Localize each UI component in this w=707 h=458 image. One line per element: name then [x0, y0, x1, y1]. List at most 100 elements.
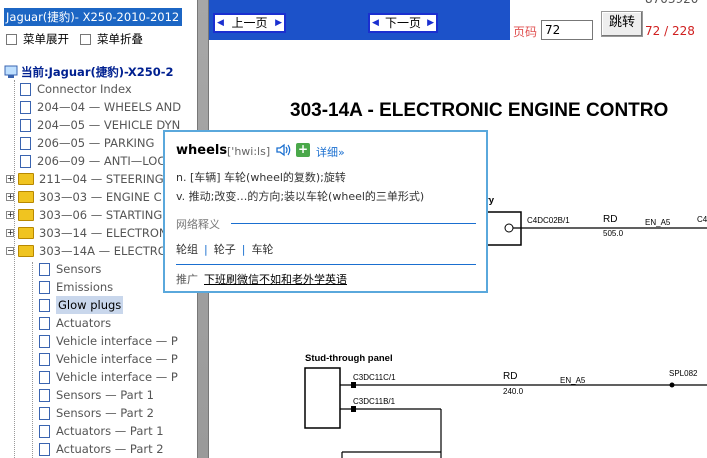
tree-item[interactable]: +303—03 — ENGINE C	[6, 188, 162, 206]
folder-open-icon	[18, 245, 34, 257]
tree-item[interactable]: +303—06 — STARTING	[6, 206, 162, 224]
expand-toggle-icon[interactable]: +	[6, 229, 14, 237]
dictionary-popup: wheels ['hwi:ls] + 详细» n. [车辆] 车轮(wheel的…	[163, 130, 488, 293]
document-icon	[39, 388, 50, 402]
panel-title: Jaguar(捷豹)- X250-2010-2012	[4, 8, 182, 26]
wire-color: RD	[603, 214, 618, 225]
panel-label: Stud-through panel	[305, 353, 393, 364]
document-icon	[20, 118, 31, 132]
next-page-button[interactable]: ◀ 下一页 ▶	[368, 13, 438, 33]
tree-item[interactable]: 204—05 — VEHICLE DYN	[20, 116, 180, 134]
wire-size: 505.0	[603, 229, 624, 238]
promo-link[interactable]: 下班刷微信不如和老外学英语	[204, 273, 347, 286]
wire-color: RD	[503, 371, 518, 382]
tree-item[interactable]: − 303—14A — ELECTRO	[6, 242, 167, 260]
document-icon	[20, 100, 31, 114]
splice-label: SPL082	[669, 369, 698, 378]
tree-item-label: Actuators — Part 2	[56, 442, 164, 456]
tree-item-label: Emissions	[56, 280, 114, 294]
popup-word: wheels	[176, 143, 228, 158]
tree-item[interactable]: +211—04 — STEERING	[6, 170, 164, 188]
tree-item-label: 204—05 — VEHICLE DYN	[37, 118, 181, 132]
net-terms: 轮组 | 轮子 | 车轮	[176, 243, 274, 256]
tree-item-label: Sensors — Part 2	[56, 406, 154, 420]
tree-item[interactable]: Connector Index	[20, 80, 132, 98]
wire-net: EN_A5	[645, 218, 671, 227]
prev-page-button[interactable]: ◀ 上一页 ▶	[213, 13, 286, 33]
tree-item-label: 211—04 — STEERING	[39, 172, 164, 186]
tree-item-label: Actuators — Part 1	[56, 424, 164, 438]
popup-phonetic: ['hwi:ls]	[227, 145, 271, 158]
tree-item[interactable]: 206—05 — PARKING	[20, 134, 154, 152]
tree-item[interactable]: Vehicle interface — P	[39, 368, 178, 386]
folder-icon	[18, 173, 34, 185]
page-count: 72 / 228	[645, 24, 695, 38]
page-number-input[interactable]	[541, 20, 593, 40]
tree-item[interactable]: Sensors — Part 2	[39, 404, 154, 422]
page-label: 页码	[513, 25, 538, 39]
tree-item-label: 303—06 — STARTING	[39, 208, 163, 222]
document-icon	[39, 370, 50, 384]
document-icon	[39, 424, 50, 438]
net-term[interactable]: 轮组	[176, 243, 198, 256]
document-icon	[39, 442, 50, 456]
document-icon	[39, 406, 50, 420]
collapse-toggle-icon[interactable]: −	[6, 247, 14, 255]
document-icon	[39, 334, 50, 348]
tree-item[interactable]: 204—04 — WHEELS AND	[20, 98, 181, 116]
tree-item[interactable]: Emissions	[39, 278, 113, 296]
tree-item[interactable]: Glow plugs	[39, 296, 124, 314]
document-icon	[39, 280, 50, 294]
connector-label: C3DC11B/1	[353, 397, 396, 406]
net-term[interactable]: 轮子	[214, 243, 236, 256]
tree-item-label: 303—03 — ENGINE C	[39, 190, 162, 204]
document-icon	[39, 316, 50, 330]
document-icon	[39, 352, 50, 366]
tree-item-label: Connector Index	[37, 82, 132, 96]
folder-icon	[18, 209, 34, 221]
definition-noun: n. [车辆] 车轮(wheel的复数);旋转	[176, 171, 346, 184]
checkbox-icon	[6, 33, 17, 45]
arrow-left-icon: ◀	[372, 18, 379, 28]
document-icon	[20, 136, 31, 150]
expand-toggle-icon[interactable]: +	[6, 211, 14, 219]
wire-size: 240.0	[503, 387, 524, 396]
tree-item[interactable]: Vehicle interface — P	[39, 332, 178, 350]
wire-net: EN_A5	[560, 376, 586, 385]
tree-item[interactable]: Actuators	[39, 314, 111, 332]
computer-icon	[4, 65, 18, 78]
expand-toggle-icon[interactable]: +	[6, 175, 14, 183]
tree-item[interactable]: +303—14 — ELECTRON	[6, 224, 168, 242]
checkbox-icon	[80, 33, 91, 45]
expand-all-checkbox[interactable]: 菜单展开	[6, 31, 69, 47]
connector-label: C4	[697, 215, 707, 224]
tree-item-label: Vehicle interface — P	[56, 370, 178, 384]
tree-item[interactable]: 206—09 — ANTI—LOC	[20, 152, 165, 170]
document-icon	[20, 154, 31, 168]
expand-toggle-icon[interactable]: +	[6, 193, 14, 201]
tree-item-label: 303—14A — ELECTRO	[39, 244, 167, 258]
promo-line: 推广 下班刷微信不如和老外学英语	[176, 273, 347, 286]
tree-item-label: Vehicle interface — P	[56, 352, 178, 366]
speaker-icon[interactable]	[275, 142, 291, 158]
tree-item-label: Sensors — Part 1	[56, 388, 154, 402]
net-heading: 网络释义	[176, 218, 220, 231]
current-node[interactable]: 当前:Jaguar(捷豹)-X250-2	[4, 64, 173, 80]
arrow-left-icon: ◀	[217, 18, 224, 28]
go-button[interactable]: 跳转	[601, 11, 643, 37]
collapse-all-checkbox[interactable]: 菜单折叠	[80, 31, 143, 47]
connector-label: C3DC11C/1	[353, 373, 396, 382]
top-number: 8703920	[645, 0, 698, 6]
document-icon	[39, 298, 50, 312]
connector-label: C4DC02B/1	[527, 216, 570, 225]
tree-item-label: Actuators	[56, 316, 112, 330]
folder-icon	[18, 191, 34, 203]
tree-item[interactable]: Sensors	[39, 260, 101, 278]
tree-item[interactable]: Sensors — Part 1	[39, 386, 154, 404]
detail-link[interactable]: 详细»	[316, 144, 345, 160]
tree-item[interactable]: Actuators — Part 1	[39, 422, 164, 440]
net-term[interactable]: 车轮	[251, 243, 273, 256]
tree-item[interactable]: Actuators — Part 2	[39, 440, 164, 458]
add-wordbook-icon[interactable]: +	[296, 143, 310, 157]
tree-item[interactable]: Vehicle interface — P	[39, 350, 178, 368]
